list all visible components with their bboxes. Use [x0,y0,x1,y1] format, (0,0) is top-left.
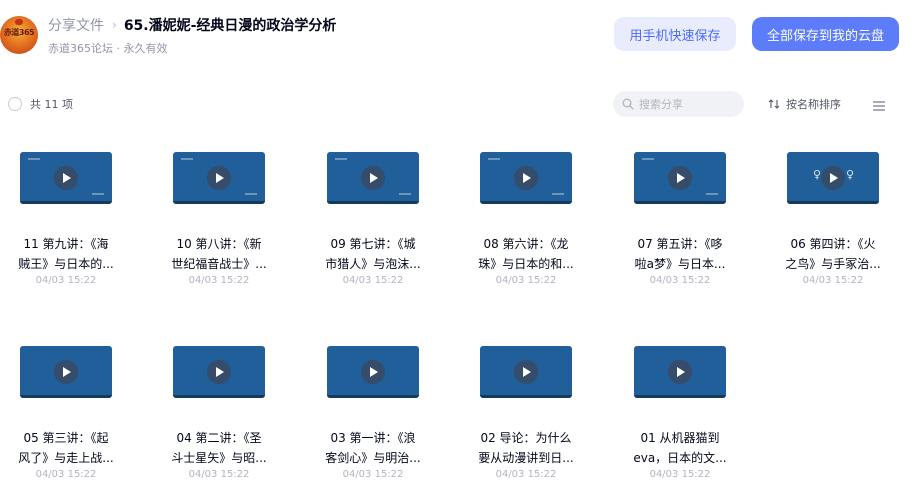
search-icon [622,98,634,110]
save-via-mobile-button[interactable]: 用手机快速保存 [614,17,736,51]
file-date: 04/03 15:22 [188,275,250,286]
file-card[interactable]: 03 第一讲：《浪 客剑心》与明治... 04/03 15:22 [307,346,447,496]
play-icon [514,166,538,190]
figure-icon: ♀ [846,168,855,181]
file-name: 03 第一讲：《浪 客剑心》与明治... [325,431,421,465]
play-icon [207,166,231,190]
file-card[interactable]: 07 第五讲：《哆 啦a梦》与日本... 04/03 15:22 [614,152,754,302]
video-thumbnail[interactable] [327,152,419,204]
play-icon [668,166,692,190]
file-card[interactable]: 08 第六讲：《龙 珠》与日本的和... 04/03 15:22 [460,152,600,302]
file-card[interactable]: 04 第二讲：《圣 斗士星矢》与昭... 04/03 15:22 [153,346,293,496]
play-icon [668,360,692,384]
video-thumbnail[interactable] [634,152,726,204]
file-card[interactable]: 02 导论：为什么 要从动漫讲到日... 04/03 15:22 [460,346,600,496]
sharer-avatar: 赤道365 [0,16,38,54]
file-date: 04/03 15:22 [649,275,711,286]
breadcrumb: 分享文件 › 65.潘妮妮-经典日漫的政治学分析 [48,15,336,35]
view-menu-button[interactable] [872,97,886,116]
file-date: 04/03 15:22 [35,469,97,480]
file-date: 04/03 15:22 [649,469,711,480]
file-name: 06 第四讲：《火 之鸟》与手冢治... [785,237,881,271]
play-icon [361,166,385,190]
play-icon [514,360,538,384]
file-date: 04/03 15:22 [495,275,557,286]
file-name: 02 导论：为什么 要从动漫讲到日... [478,431,574,465]
play-icon [54,360,78,384]
file-date: 04/03 15:22 [495,469,557,480]
video-thumbnail[interactable] [173,152,265,204]
file-card[interactable]: 01 从机器猫到 eva，日本的文... 04/03 15:22 [614,346,754,496]
share-info: 赤道365论坛 · 永久有效 [48,42,168,55]
file-name: 09 第七讲：《城 市猎人》与泡沫... [325,237,421,271]
file-card[interactable]: ♀ ♀ 06 第四讲：《火 之鸟》与手冢治... 04/03 15:22 [767,152,907,302]
video-thumbnail[interactable] [20,152,112,204]
file-name: 04 第二讲：《圣 斗士星矢》与昭... [171,431,267,465]
file-name: 11 第九讲：《海 贼王》与日本的... [18,237,114,271]
file-card[interactable]: 10 第八讲：《新 世纪福音战士》... 04/03 15:22 [153,152,293,302]
sort-label: 按名称排序 [786,98,841,111]
file-name: 07 第五讲：《哆 啦a梦》与日本... [634,237,726,271]
sort-arrows-icon [768,99,780,109]
file-date: 04/03 15:22 [342,469,404,480]
file-name: 01 从机器猫到 eva，日本的文... [633,431,727,465]
figure-icon: ♀ [813,168,822,181]
search-box[interactable] [613,91,744,117]
file-card[interactable]: 09 第七讲：《城 市猎人》与泡沫... 04/03 15:22 [307,152,447,302]
file-date: 04/03 15:22 [188,469,250,480]
file-card[interactable]: 05 第三讲：《起 风了》与走上战... 04/03 15:22 [0,346,140,496]
page-title: 65.潘妮妮-经典日漫的政治学分析 [123,18,337,34]
file-date: 04/03 15:22 [342,275,404,286]
avatar-logo-dot [15,19,23,25]
video-thumbnail[interactable] [480,346,572,398]
breadcrumb-root-link[interactable]: 分享文件 [48,15,104,35]
avatar-text: 赤道365 [3,28,35,37]
item-count: 共 11 项 [30,98,73,111]
file-name: 10 第八讲：《新 世纪福音战士》... [171,237,267,271]
search-input[interactable] [639,97,739,111]
file-name: 08 第六讲：《龙 珠》与日本的和... [478,237,574,271]
save-all-button[interactable]: 全部保存到我的云盘 [752,17,899,51]
list-menu-icon [873,101,885,111]
video-thumbnail[interactable]: ♀ ♀ [787,152,879,204]
video-thumbnail[interactable] [173,346,265,398]
play-icon [207,360,231,384]
video-thumbnail[interactable] [327,346,419,398]
video-thumbnail[interactable] [20,346,112,398]
play-icon [821,166,845,190]
file-date: 04/03 15:22 [35,275,97,286]
play-icon [361,360,385,384]
video-thumbnail[interactable] [634,346,726,398]
file-name: 05 第三讲：《起 风了》与走上战... [18,431,114,465]
breadcrumb-separator: › [112,18,117,32]
file-date: 04/03 15:22 [802,275,864,286]
select-all-checkbox[interactable] [8,97,22,111]
file-card[interactable]: 11 第九讲：《海 贼王》与日本的... 04/03 15:22 [0,152,140,302]
video-thumbnail[interactable] [480,152,572,204]
sort-button[interactable]: 按名称排序 [768,96,841,112]
play-icon [54,166,78,190]
